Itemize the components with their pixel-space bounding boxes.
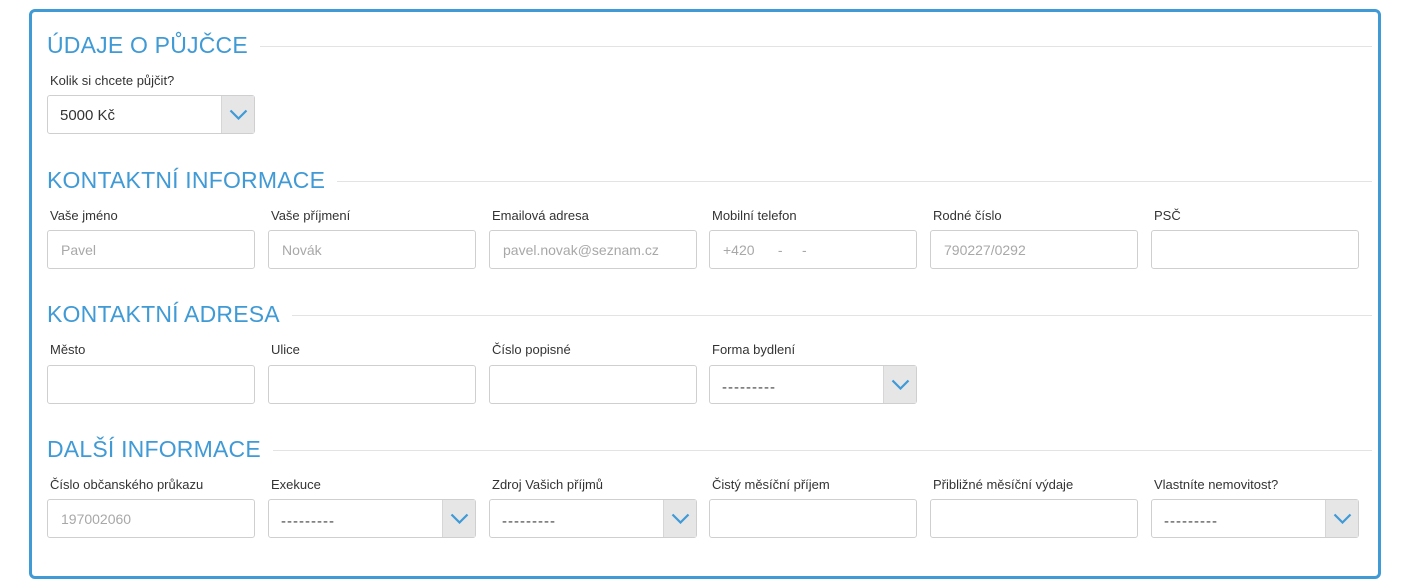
phone-input[interactable]	[709, 230, 917, 269]
loan-amount-value: 5000 Kč	[60, 107, 116, 124]
housing-value: ---------	[722, 379, 776, 396]
street-input[interactable]	[268, 365, 476, 404]
execution-label: Exekuce	[271, 477, 321, 492]
loan-amount-select[interactable]: 5000 Kč	[47, 95, 255, 134]
address-section-header: KONTAKTNÍ ADRESA	[47, 299, 1372, 329]
chevron-down-icon	[450, 513, 469, 524]
contact-section: KONTAKTNÍ INFORMACE	[47, 165, 1372, 195]
chevron-down-icon	[671, 513, 690, 524]
city-label: Město	[50, 342, 86, 357]
contact-section-title: KONTAKTNÍ INFORMACE	[47, 165, 338, 195]
expenses-label: Přibližné měsíční výdaje	[933, 477, 1074, 492]
net-income-input[interactable]	[709, 499, 917, 538]
house-number-label: Číslo popisné	[492, 342, 571, 357]
chevron-down-icon	[1333, 513, 1352, 524]
email-label: Emailová adresa	[492, 208, 589, 223]
execution-select[interactable]: ---------	[268, 499, 476, 538]
chevron-down-icon	[891, 379, 910, 390]
last-name-label: Vaše příjmení	[271, 208, 351, 223]
zip-input[interactable]	[1151, 230, 1359, 269]
property-label: Vlastníte nemovitost?	[1154, 477, 1279, 492]
email-input[interactable]	[489, 230, 697, 269]
last-name-input[interactable]	[268, 230, 476, 269]
loan-section-header: ÚDAJE O PŮJČCE	[47, 30, 1372, 60]
income-source-select[interactable]: ---------	[489, 499, 697, 538]
house-number-input[interactable]	[489, 365, 697, 404]
address-section: KONTAKTNÍ ADRESA	[47, 299, 1372, 329]
zip-label: PSČ	[1154, 208, 1181, 223]
property-select[interactable]: ---------	[1151, 499, 1359, 538]
loan-amount-label: Kolik si chcete půjčit?	[50, 73, 175, 88]
income-source-label: Zdroj Vašich příjmů	[492, 477, 604, 492]
phone-label: Mobilní telefon	[712, 208, 797, 223]
more-section: DALŠÍ INFORMACE	[47, 434, 1372, 464]
contact-section-header: KONTAKTNÍ INFORMACE	[47, 165, 1372, 195]
expenses-input[interactable]	[930, 499, 1138, 538]
housing-dropdown-button[interactable]	[883, 366, 916, 403]
property-dropdown-button[interactable]	[1325, 500, 1358, 537]
first-name-label: Vaše jméno	[50, 208, 118, 223]
id-card-label: Číslo občanského průkazu	[50, 477, 204, 492]
housing-label: Forma bydlení	[712, 342, 796, 357]
income-source-dropdown-button[interactable]	[663, 500, 696, 537]
income-source-value: ---------	[502, 513, 556, 530]
city-input[interactable]	[47, 365, 255, 404]
first-name-input[interactable]	[47, 230, 255, 269]
id-card-input[interactable]	[47, 499, 255, 538]
birth-number-input[interactable]	[930, 230, 1138, 269]
street-label: Ulice	[271, 342, 300, 357]
more-section-header: DALŠÍ INFORMACE	[47, 434, 1372, 464]
loan-amount-dropdown-button[interactable]	[221, 96, 254, 133]
loan-section-title: ÚDAJE O PŮJČCE	[47, 30, 260, 60]
more-section-title: DALŠÍ INFORMACE	[47, 434, 273, 464]
execution-dropdown-button[interactable]	[442, 500, 475, 537]
execution-value: ---------	[281, 513, 335, 530]
birth-number-label: Rodné číslo	[933, 208, 1002, 223]
address-section-title: KONTAKTNÍ ADRESA	[47, 299, 292, 329]
chevron-down-icon	[229, 109, 248, 120]
property-value: ---------	[1164, 513, 1218, 530]
housing-select[interactable]: ---------	[709, 365, 917, 404]
loan-section: ÚDAJE O PŮJČCE	[47, 30, 1372, 60]
net-income-label: Čistý měsíční příjem	[712, 477, 830, 492]
